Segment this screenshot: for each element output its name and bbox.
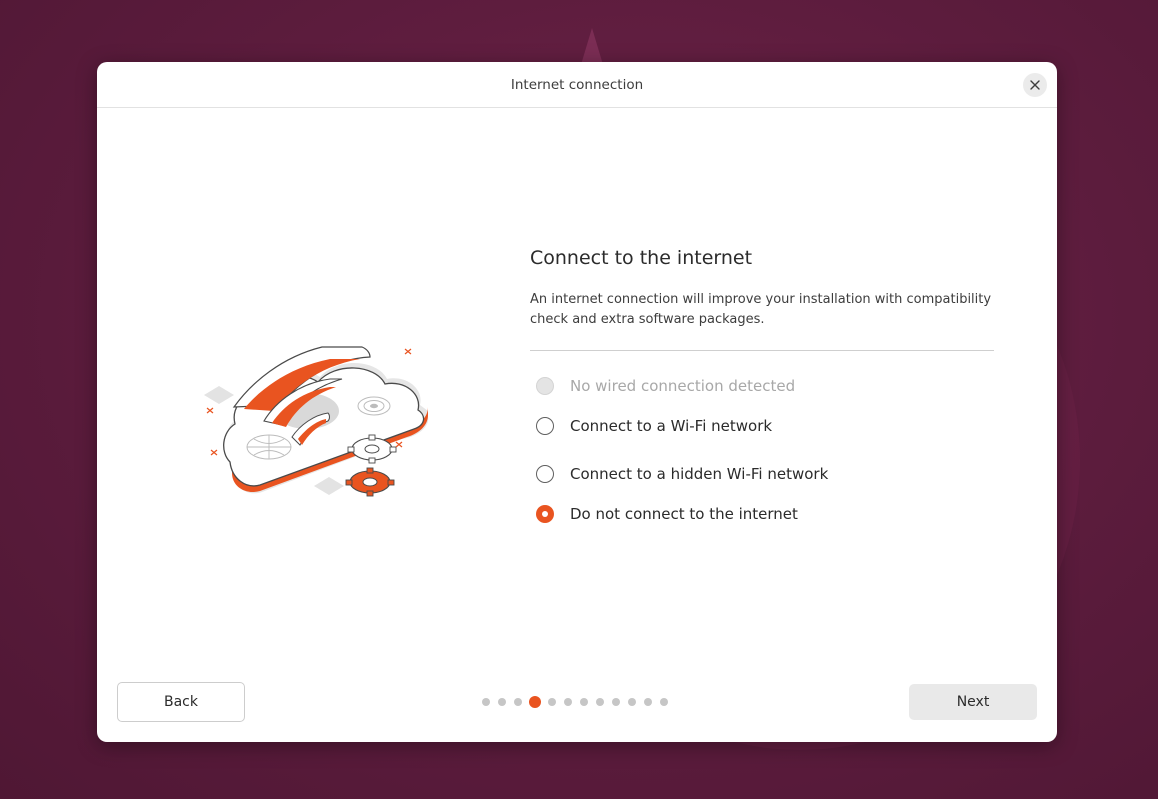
next-button[interactable]: Next xyxy=(909,684,1037,720)
step-dot xyxy=(580,698,588,706)
page-description: An internet connection will improve your… xyxy=(530,291,992,327)
step-dot xyxy=(612,698,620,706)
dialog-title: Internet connection xyxy=(510,76,644,93)
option-label[interactable]: Do not connect to the internet xyxy=(570,505,798,523)
option-label[interactable]: Connect to a Wi-Fi network xyxy=(570,417,772,435)
step-dot xyxy=(660,698,668,706)
step-dot xyxy=(644,698,652,706)
step-dot xyxy=(498,698,506,706)
step-dot xyxy=(548,698,556,706)
radio-button xyxy=(536,376,554,395)
step-dot xyxy=(564,698,572,706)
step-dot xyxy=(596,698,604,706)
option-label[interactable]: Connect to a hidden Wi-Fi network xyxy=(570,465,828,483)
radio-button[interactable] xyxy=(536,464,554,483)
installer-dialog: Internet connection Connect to the inter… xyxy=(97,62,1057,742)
close-button[interactable] xyxy=(1023,73,1047,97)
option-no-wired-connection: No wired connection detected xyxy=(536,376,796,395)
step-dot-current xyxy=(529,696,541,708)
step-dot xyxy=(514,698,522,706)
option-label: No wired connection detected xyxy=(570,376,796,395)
radio-button[interactable] xyxy=(536,504,554,523)
option-connect-wifi[interactable]: Connect to a Wi-Fi network xyxy=(536,416,772,435)
back-button[interactable]: Back xyxy=(117,682,245,722)
option-do-not-connect[interactable]: Do not connect to the internet xyxy=(536,504,798,523)
wifi-cloud-illustration xyxy=(204,346,429,497)
page-heading: Connect to the internet xyxy=(530,247,753,269)
step-indicator xyxy=(482,694,676,710)
connection-radio-group: No wired connection detected Connect to … xyxy=(530,351,994,551)
step-dot xyxy=(482,698,490,706)
step-dot xyxy=(628,698,636,706)
radio-button[interactable] xyxy=(536,416,554,435)
connection-options-panel: Connect to the internet An internet conn… xyxy=(530,247,994,551)
close-icon xyxy=(1030,80,1040,90)
option-connect-hidden-wifi[interactable]: Connect to a hidden Wi-Fi network xyxy=(536,464,828,483)
dialog-titlebar: Internet connection xyxy=(97,62,1057,108)
